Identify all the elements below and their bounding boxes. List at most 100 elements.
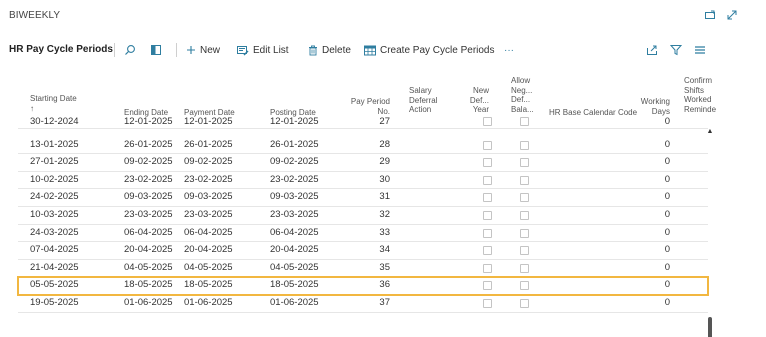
- cell-posting[interactable]: 12-01-2025: [270, 116, 330, 127]
- new-deferral-year-checkbox[interactable]: [483, 193, 492, 203]
- cell-end[interactable]: 18-05-2025: [124, 279, 184, 290]
- edit-list-button[interactable]: Edit List: [237, 41, 289, 59]
- allow-negative-deferral-checkbox[interactable]: [520, 281, 529, 291]
- table-row[interactable]: 07-04-2025 20-04-2025 20-04-2025 20-04-2025…: [18, 242, 708, 260]
- cell-posting[interactable]: 18-05-2025: [270, 279, 330, 290]
- table-row[interactable]: 24-02-2025 09-03-2025 09-03-2025 09-03-2025…: [18, 189, 708, 207]
- cell-days[interactable]: 0: [630, 116, 670, 127]
- allow-negative-deferral-checkbox[interactable]: [520, 158, 529, 168]
- cell-no[interactable]: 32: [340, 209, 390, 220]
- cell-end[interactable]: 01-06-2025: [124, 297, 184, 308]
- cell-start[interactable]: 24-02-2025: [30, 191, 90, 202]
- cell-start[interactable]: 24-03-2025: [30, 227, 90, 238]
- table-row[interactable]: 19-05-2025 01-06-2025 01-06-2025 01-06-2025…: [18, 295, 708, 313]
- cell-end[interactable]: 12-01-2025: [124, 116, 184, 127]
- cell-posting[interactable]: 09-02-2025: [270, 156, 330, 167]
- cell-no[interactable]: 31: [340, 191, 390, 202]
- scroll-thumb[interactable]: [708, 317, 712, 337]
- cell-days[interactable]: 0: [630, 227, 670, 238]
- new-button[interactable]: New: [186, 41, 220, 59]
- table-row[interactable]: 13-01-2025 26-01-2025 26-01-2025 26-01-2025…: [18, 137, 708, 155]
- header-working-days[interactable]: Working Days: [630, 97, 670, 116]
- new-deferral-year-checkbox[interactable]: [483, 281, 492, 291]
- new-deferral-year-checkbox[interactable]: [483, 158, 492, 168]
- cell-payment[interactable]: 01-06-2025: [184, 297, 244, 308]
- page-title[interactable]: HR Pay Cycle Periods: [9, 44, 113, 55]
- cell-posting[interactable]: 20-04-2025: [270, 244, 330, 255]
- allow-negative-deferral-checkbox[interactable]: [520, 211, 529, 220]
- cell-no[interactable]: 34: [340, 244, 390, 255]
- cell-start[interactable]: 10-03-2025: [30, 209, 90, 220]
- list-view-button[interactable]: [694, 41, 706, 59]
- cell-no[interactable]: 37: [340, 297, 390, 308]
- filter-pane-button[interactable]: [150, 41, 162, 59]
- cell-start[interactable]: 19-05-2025: [30, 297, 90, 308]
- cell-days[interactable]: 0: [630, 139, 670, 150]
- cell-payment[interactable]: 04-05-2025: [184, 262, 244, 273]
- cell-payment[interactable]: 18-05-2025: [184, 279, 244, 290]
- cell-payment[interactable]: 09-02-2025: [184, 156, 244, 167]
- new-deferral-year-checkbox[interactable]: [483, 117, 492, 126]
- allow-negative-deferral-checkbox[interactable]: [520, 140, 529, 150]
- cell-end[interactable]: 04-05-2025: [124, 262, 184, 273]
- cell-payment[interactable]: 26-01-2025: [184, 139, 244, 150]
- cell-posting[interactable]: 04-05-2025: [270, 262, 330, 273]
- cell-payment[interactable]: 12-01-2025: [184, 116, 244, 127]
- allow-negative-deferral-checkbox[interactable]: [520, 246, 529, 256]
- allow-negative-deferral-checkbox[interactable]: [520, 263, 529, 273]
- cell-payment[interactable]: 06-04-2025: [184, 227, 244, 238]
- cell-days[interactable]: 0: [630, 297, 670, 308]
- cell-no[interactable]: 29: [340, 156, 390, 167]
- more-actions-button[interactable]: ···: [504, 41, 514, 59]
- cell-days[interactable]: 0: [630, 262, 670, 273]
- header-salary-deferral-action[interactable]: Salary Deferral Action: [409, 86, 437, 115]
- cell-payment[interactable]: 23-03-2025: [184, 209, 244, 220]
- cell-end[interactable]: 06-04-2025: [124, 227, 184, 238]
- new-deferral-year-checkbox[interactable]: [483, 299, 492, 308]
- cell-days[interactable]: 0: [630, 156, 670, 167]
- header-pay-period-no[interactable]: Pay Period No.: [340, 97, 390, 116]
- cell-end[interactable]: 23-03-2025: [124, 209, 184, 220]
- cell-end[interactable]: 09-02-2025: [124, 156, 184, 167]
- allow-negative-deferral-checkbox[interactable]: [520, 228, 529, 238]
- new-deferral-year-checkbox[interactable]: [483, 175, 492, 185]
- cell-end[interactable]: 20-04-2025: [124, 244, 184, 255]
- cell-days[interactable]: 0: [630, 279, 670, 290]
- search-button[interactable]: [124, 41, 136, 59]
- cell-posting[interactable]: 23-03-2025: [270, 209, 330, 220]
- cell-start[interactable]: 30-12-2024: [30, 116, 90, 127]
- expand-icon[interactable]: [724, 7, 740, 23]
- new-deferral-year-checkbox[interactable]: [483, 140, 492, 150]
- cell-days[interactable]: 0: [630, 174, 670, 185]
- cell-days[interactable]: 0: [630, 209, 670, 220]
- cell-no[interactable]: 33: [340, 227, 390, 238]
- cell-posting[interactable]: 01-06-2025: [270, 297, 330, 308]
- header-starting-date[interactable]: Starting Date ↑: [30, 94, 77, 113]
- cell-no[interactable]: 36: [340, 279, 390, 290]
- cell-posting[interactable]: 06-04-2025: [270, 227, 330, 238]
- table-row[interactable]: 24-03-2025 06-04-2025 06-04-2025 06-04-2025…: [18, 225, 708, 243]
- header-new-deferral-year[interactable]: New Def... Year: [462, 86, 489, 115]
- header-hr-base-calendar-code[interactable]: HR Base Calendar Code: [549, 108, 637, 118]
- cell-no[interactable]: 35: [340, 262, 390, 273]
- cell-days[interactable]: 0: [630, 191, 670, 202]
- allow-negative-deferral-checkbox[interactable]: [520, 117, 529, 126]
- cell-no[interactable]: 30: [340, 174, 390, 185]
- cell-no[interactable]: 28: [340, 139, 390, 150]
- table-row[interactable]: 21-04-2025 04-05-2025 04-05-2025 04-05-2025…: [18, 260, 708, 278]
- cell-posting[interactable]: 26-01-2025: [270, 139, 330, 150]
- cell-payment[interactable]: 20-04-2025: [184, 244, 244, 255]
- allow-negative-deferral-checkbox[interactable]: [520, 175, 529, 185]
- table-row[interactable]: 27-01-2025 09-02-2025 09-02-2025 09-02-2025…: [18, 154, 708, 172]
- cell-start[interactable]: 10-02-2025: [30, 174, 90, 185]
- allow-negative-deferral-checkbox[interactable]: [520, 299, 529, 308]
- cell-posting[interactable]: 23-02-2025: [270, 174, 330, 185]
- share-button[interactable]: [646, 41, 658, 59]
- table-row-selected[interactable]: 05-05-2025 18-05-2025 18-05-2025 18-05-2025…: [17, 276, 709, 296]
- allow-negative-deferral-checkbox[interactable]: [520, 193, 529, 203]
- cell-posting[interactable]: 09-03-2025: [270, 191, 330, 202]
- cell-payment[interactable]: 23-02-2025: [184, 174, 244, 185]
- vertical-scrollbar[interactable]: ▲: [705, 128, 715, 337]
- cell-payment[interactable]: 09-03-2025: [184, 191, 244, 202]
- header-allow-negative-deferral-balance[interactable]: Allow Neg... Def... Bala...: [511, 76, 534, 114]
